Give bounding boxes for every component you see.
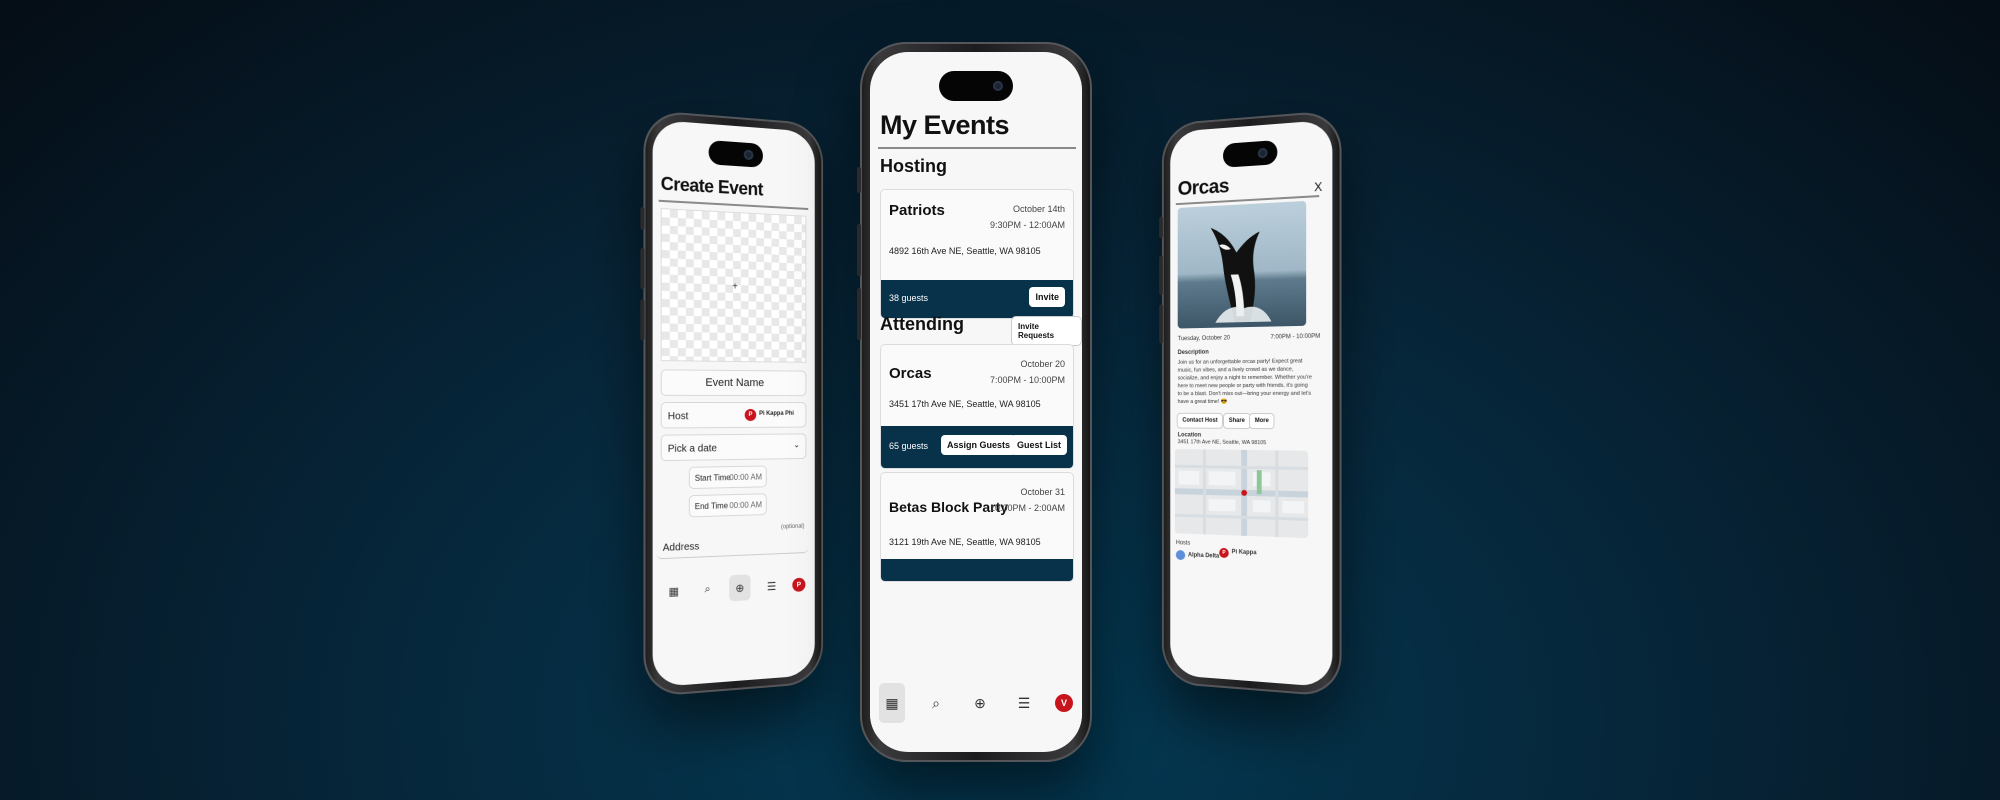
description-label: Description: [1177, 349, 1209, 356]
hosting-heading: Hosting: [880, 156, 947, 176]
host-avatar-pi-kappa: P: [1219, 547, 1229, 559]
start-time-value: 00:00 AM: [729, 472, 762, 483]
add-event-icon[interactable]: ⊕: [729, 574, 751, 602]
event-card-footer: 38 guests Invite: [881, 280, 1073, 318]
page-title: My Events: [880, 110, 1010, 140]
phone-event-detail: Orcas X Tuesday, October 20 7:00PM - 10:…: [1159, 109, 1342, 698]
dynamic-island: [1222, 140, 1277, 168]
host-avatar-alpha-delta: [1175, 549, 1186, 561]
volume-up-button: [857, 224, 861, 276]
orca-photo: [1210, 225, 1272, 323]
contact-host-button[interactable]: Contact Host: [1176, 412, 1224, 429]
assign-guests-button[interactable]: Assign Guests: [941, 435, 1017, 455]
optional-label: (optional): [780, 523, 805, 531]
host-field[interactable]: Host P Pi Kappa Phi: [660, 401, 807, 429]
event-card-orcas[interactable]: Orcas October 20 7:00PM - 10:00PM 3451 1…: [880, 344, 1074, 469]
event-name: Patriots: [889, 202, 945, 219]
event-name-input[interactable]: Event Name: [660, 369, 807, 397]
dynamic-island: [708, 140, 763, 168]
event-time: 7:00PM - 10:00PM: [989, 375, 1065, 385]
start-time-field[interactable]: Start Time 00:00 AM: [688, 465, 767, 490]
hosts-label: Hosts: [1175, 540, 1191, 547]
event-address: 3451 17th Ave NE, Seattle, WA 98105: [889, 399, 1041, 409]
list-icon[interactable]: ☰: [760, 574, 783, 599]
host-name[interactable]: Alpha Delta: [1188, 552, 1219, 559]
list-icon[interactable]: ☰: [1011, 690, 1037, 716]
profile-avatar[interactable]: P: [792, 577, 806, 592]
close-icon[interactable]: X: [1314, 180, 1322, 195]
mute-switch: [640, 206, 645, 230]
location-map[interactable]: [1174, 449, 1309, 539]
bottom-nav: ▦ ⌕ ⊕ ☰ V: [870, 672, 1082, 734]
host-label: Host: [667, 411, 689, 423]
volume-up-button: [1159, 255, 1163, 295]
end-time-label: End Time: [694, 501, 729, 512]
calendar-icon[interactable]: ▦: [662, 578, 686, 604]
invite-button[interactable]: Invite: [1029, 287, 1065, 307]
add-event-icon[interactable]: ⊕: [967, 690, 993, 716]
my-events-screen: My Events Hosting Patriots October 14th …: [870, 52, 1082, 752]
end-time-value: 00:00 AM: [729, 500, 762, 511]
event-card-betas[interactable]: Betas Block Party October 31 10:00PM - 2…: [880, 472, 1074, 582]
location-label: Location: [1177, 432, 1202, 439]
date-placeholder: Pick a date: [667, 443, 717, 455]
phone-my-events: My Events Hosting Patriots October 14th …: [857, 42, 1092, 762]
date-picker[interactable]: Pick a date ⌄: [660, 433, 807, 462]
event-name: Orcas: [889, 365, 932, 382]
event-address: 3121 19th Ave NE, Seattle, WA 98105: [889, 537, 1041, 547]
address-placeholder: Address: [662, 541, 700, 554]
attending-heading: Attending: [880, 314, 964, 334]
event-time: 9:30PM - 12:00AM: [989, 220, 1065, 230]
invite-requests-button[interactable]: Invite Requests: [1011, 316, 1082, 346]
host-avatar: P: [744, 408, 757, 421]
event-time: 10:00PM - 2:00AM: [989, 503, 1065, 513]
event-time: 7:00PM - 10:00PM: [1270, 333, 1321, 341]
volume-up-button: [640, 248, 645, 290]
event-date: October 31: [1020, 487, 1065, 497]
host-value: Pi Kappa Phi: [759, 410, 794, 417]
chevron-down-icon: ⌄: [793, 440, 800, 450]
search-icon[interactable]: ⌕: [923, 690, 949, 716]
start-time-label: Start Time: [694, 473, 731, 483]
event-card-footer: 65 guests Assign Guests Guest List: [881, 426, 1073, 468]
create-event-screen: Create Event + Event Name Host P Pi Kapp…: [652, 119, 815, 688]
host-name[interactable]: Pi Kappa: [1232, 549, 1257, 556]
event-address: 4892 16th Ave NE, Seattle, WA 98105: [889, 246, 1041, 256]
volume-down-button: [857, 288, 861, 340]
volume-down-button: [640, 299, 645, 341]
volume-down-button: [1159, 304, 1163, 344]
map-graphic: [1174, 449, 1309, 539]
event-detail-screen: Orcas X Tuesday, October 20 7:00PM - 10:…: [1170, 119, 1333, 688]
page-title: Create Event: [660, 173, 764, 200]
event-image: [1177, 200, 1307, 329]
share-button[interactable]: Share: [1223, 412, 1251, 430]
page-title: Orcas: [1177, 175, 1229, 201]
search-icon[interactable]: ⌕: [696, 577, 720, 602]
more-button[interactable]: More: [1249, 412, 1275, 430]
event-card-patriots[interactable]: Patriots October 14th 9:30PM - 12:00AM 4…: [880, 189, 1074, 319]
guest-count: 65 guests: [889, 441, 929, 451]
image-upload-area[interactable]: +: [660, 208, 807, 363]
event-date: Tuesday, October 20: [1177, 335, 1231, 343]
add-image-icon: +: [732, 281, 738, 293]
end-time-field[interactable]: End Time 00:00 AM: [688, 493, 767, 518]
profile-avatar[interactable]: V: [1055, 694, 1073, 712]
mute-switch: [1159, 216, 1163, 239]
mute-switch: [857, 167, 861, 193]
guest-list-button[interactable]: Guest List: [1010, 435, 1067, 455]
title-divider: [878, 147, 1076, 149]
location-address: 3451 17th Ave NE, Seattle, WA 98105: [1177, 439, 1267, 447]
dynamic-island: [939, 71, 1013, 101]
bottom-nav: ▦ ⌕ ⊕ ☰ P: [657, 567, 810, 611]
event-card-footer: [881, 559, 1073, 581]
guest-count: 38 guests: [889, 293, 929, 303]
address-input[interactable]: (optional) Address: [656, 519, 809, 560]
event-date: October 20: [1020, 359, 1065, 369]
phone-create-event: Create Event + Event Name Host P Pi Kapp…: [640, 109, 824, 698]
event-date: October 14th: [1012, 204, 1065, 214]
calendar-icon[interactable]: ▦: [879, 683, 905, 723]
event-description: Join us for an unforgettable orcas party…: [1177, 358, 1312, 405]
